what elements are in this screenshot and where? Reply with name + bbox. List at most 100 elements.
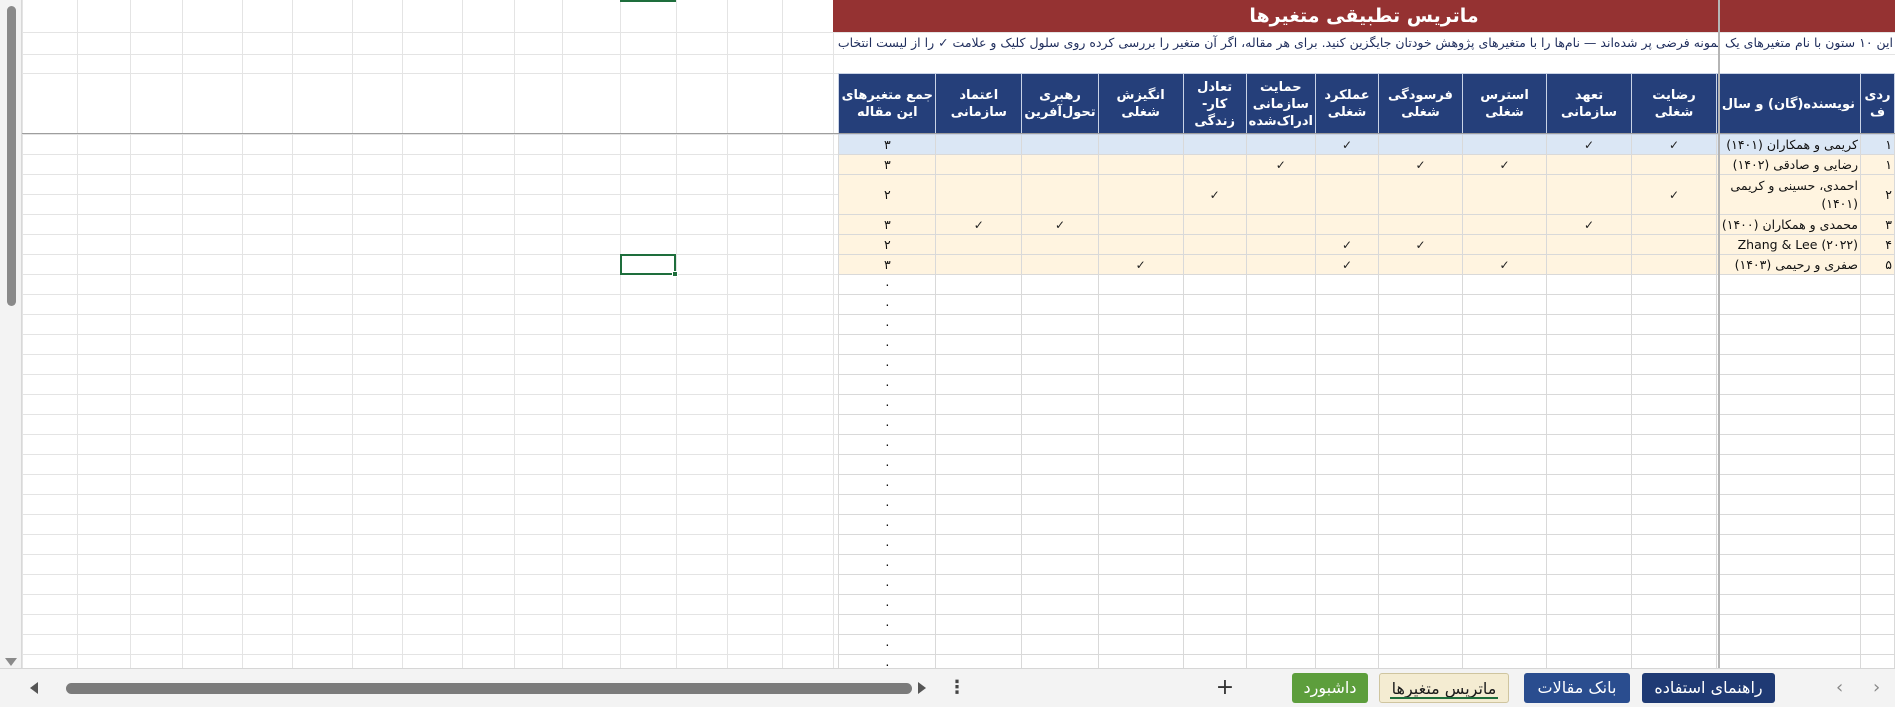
empty-cell[interactable] [1546, 354, 1632, 375]
empty-cell[interactable] [935, 134, 1023, 155]
empty-cell[interactable] [1021, 354, 1099, 375]
empty-cell[interactable] [1182, 314, 1247, 335]
empty-cell[interactable] [1546, 574, 1632, 595]
empty-cell[interactable] [935, 414, 1023, 435]
empty-cell[interactable] [1860, 654, 1895, 668]
empty-cell[interactable] [1378, 614, 1463, 635]
empty-cell[interactable] [1716, 374, 1861, 395]
empty-cell[interactable] [1021, 454, 1099, 475]
empty-cell[interactable] [1716, 434, 1861, 455]
empty-cell[interactable] [1462, 494, 1547, 515]
empty-cell[interactable] [1315, 574, 1379, 595]
check-cell[interactable]: ✓ [1315, 134, 1379, 155]
empty-cell[interactable] [1631, 294, 1717, 315]
empty-cell[interactable] [1021, 614, 1099, 635]
empty-cell[interactable] [1245, 134, 1317, 155]
empty-cell[interactable] [1860, 494, 1895, 515]
empty-cell[interactable] [1245, 594, 1317, 615]
scroll-left-icon[interactable] [30, 682, 38, 694]
empty-cell[interactable] [1378, 354, 1463, 375]
empty-cell[interactable] [1021, 474, 1099, 495]
author-cell[interactable]: احمدی، حسینی و کریمی (۱۴۰۱) [1716, 174, 1861, 215]
empty-cell[interactable] [1097, 534, 1184, 555]
check-cell[interactable]: ✓ [1245, 154, 1317, 175]
empty-cell[interactable] [1716, 594, 1861, 615]
empty-cell[interactable] [1245, 574, 1317, 595]
empty-cell[interactable] [1546, 234, 1632, 255]
empty-cell[interactable] [1462, 654, 1547, 668]
header-row-number[interactable]: ردی ف [1860, 73, 1895, 135]
empty-cell[interactable] [1245, 534, 1317, 555]
empty-cell[interactable] [1716, 494, 1861, 515]
empty-cell[interactable] [1462, 354, 1547, 375]
empty-cell[interactable] [935, 614, 1023, 635]
empty-cell[interactable] [1546, 394, 1632, 415]
empty-cell[interactable] [1546, 174, 1632, 215]
empty-cell[interactable] [1097, 454, 1184, 475]
empty-cell[interactable] [1860, 554, 1895, 575]
empty-cell[interactable] [1097, 414, 1184, 435]
empty-cell[interactable] [1315, 174, 1379, 215]
check-cell[interactable]: ✓ [1315, 234, 1379, 255]
empty-cell[interactable] [1378, 434, 1463, 455]
empty-cell[interactable] [935, 354, 1023, 375]
sheet-grid[interactable]: ماتریس تطبیقی متغیرها این ۱۰ ستون با نام… [22, 0, 1895, 668]
empty-cell[interactable] [1462, 574, 1547, 595]
empty-cell[interactable] [1631, 314, 1717, 335]
empty-cell[interactable] [1021, 434, 1099, 455]
empty-cell[interactable] [1378, 654, 1463, 668]
header-job-satisfaction[interactable]: رضایت شغلی [1631, 73, 1717, 135]
empty-cell[interactable] [1097, 594, 1184, 615]
empty-cell[interactable] [1860, 434, 1895, 455]
empty-cell[interactable] [1546, 154, 1632, 175]
empty-cell[interactable] [1097, 554, 1184, 575]
empty-cell[interactable] [1716, 354, 1861, 375]
empty-cell[interactable] [1860, 314, 1895, 335]
chevron-left-icon[interactable]: ‹ [1836, 677, 1843, 698]
empty-cell[interactable] [1860, 374, 1895, 395]
empty-cell[interactable] [1182, 514, 1247, 535]
empty-cell[interactable] [1462, 594, 1547, 615]
total-cell[interactable]: ۰ [838, 314, 937, 335]
empty-cell[interactable] [1631, 234, 1717, 255]
empty-cell[interactable] [935, 454, 1023, 475]
empty-cell[interactable] [1021, 294, 1099, 315]
total-cell[interactable]: ۰ [838, 454, 937, 475]
empty-cell[interactable] [1097, 474, 1184, 495]
empty-cell[interactable] [1315, 654, 1379, 668]
empty-cell[interactable] [1860, 334, 1895, 355]
empty-cell[interactable] [1315, 474, 1379, 495]
row-number-cell[interactable]: ۴ [1860, 234, 1895, 255]
plus-icon[interactable]: + [1212, 673, 1238, 703]
row-number-cell[interactable]: ۱ [1860, 134, 1895, 155]
empty-cell[interactable] [1097, 214, 1184, 235]
empty-cell[interactable] [1245, 314, 1317, 335]
empty-cell[interactable] [1546, 594, 1632, 615]
total-cell[interactable]: ۰ [838, 594, 937, 615]
fill-handle[interactable] [672, 271, 678, 277]
empty-cell[interactable] [1245, 634, 1317, 655]
empty-cell[interactable] [1021, 634, 1099, 655]
empty-cell[interactable] [1021, 654, 1099, 668]
empty-cell[interactable] [1716, 554, 1861, 575]
empty-cell[interactable] [1021, 554, 1099, 575]
check-cell[interactable]: ✓ [1631, 134, 1717, 155]
empty-cell[interactable] [1182, 614, 1247, 635]
empty-cell[interactable] [1462, 234, 1547, 255]
empty-cell[interactable] [935, 434, 1023, 455]
empty-cell[interactable] [1315, 454, 1379, 475]
empty-cell[interactable] [1315, 354, 1379, 375]
empty-cell[interactable] [1546, 554, 1632, 575]
row-number-cell[interactable]: ۱ [1860, 154, 1895, 175]
empty-cell[interactable] [1021, 254, 1099, 275]
empty-cell[interactable] [1546, 514, 1632, 535]
total-cell[interactable]: ۰ [838, 614, 937, 635]
empty-cell[interactable] [1631, 554, 1717, 575]
check-cell[interactable]: ✓ [1378, 154, 1463, 175]
empty-cell[interactable] [1182, 394, 1247, 415]
empty-cell[interactable] [1860, 534, 1895, 555]
empty-cell[interactable] [1716, 454, 1861, 475]
empty-cell[interactable] [1182, 654, 1247, 668]
empty-cell[interactable] [935, 594, 1023, 615]
empty-cell[interactable] [1097, 334, 1184, 355]
